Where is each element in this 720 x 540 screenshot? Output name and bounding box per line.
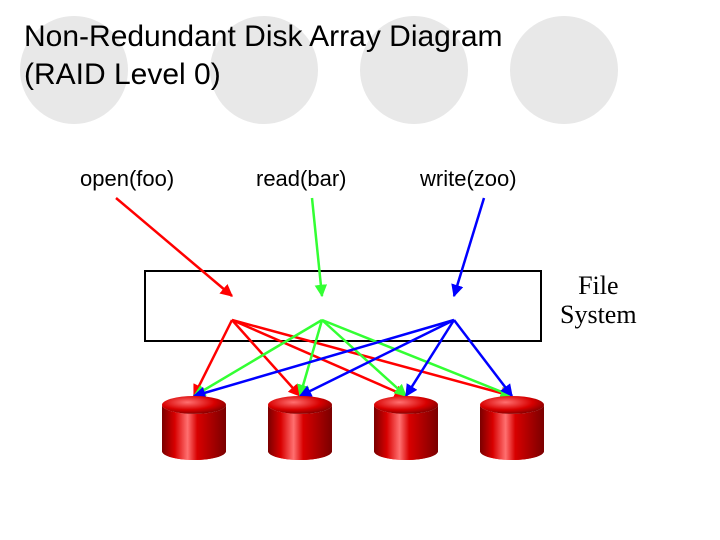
disk-icon bbox=[268, 396, 332, 460]
op-label-read: read(bar) bbox=[256, 166, 346, 192]
disk-icon bbox=[374, 396, 438, 460]
slide-title: Non-Redundant Disk Array Diagram (RAID L… bbox=[24, 18, 503, 93]
disk-icon bbox=[162, 396, 226, 460]
background-circle bbox=[510, 16, 618, 124]
op-label-open: open(foo) bbox=[80, 166, 174, 192]
disk-icon bbox=[480, 396, 544, 460]
filesystem-box bbox=[144, 270, 542, 342]
op-label-write: write(zoo) bbox=[420, 166, 517, 192]
filesystem-label: File System bbox=[560, 272, 637, 329]
